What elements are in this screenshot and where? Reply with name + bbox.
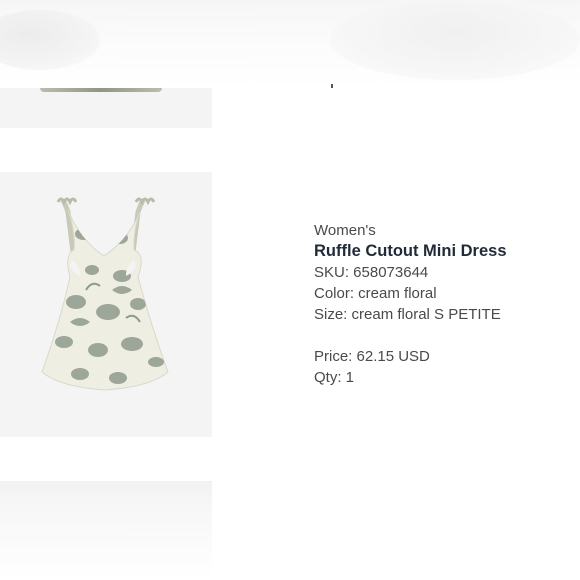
details-spacer	[314, 325, 574, 346]
next-product-image[interactable]	[0, 481, 212, 580]
previous-product-image[interactable]	[0, 88, 212, 128]
product-size: Size: cream floral S PETITE	[314, 306, 501, 323]
product-details: Women's Ruffle Cutout Mini Dress SKU: 65…	[314, 220, 574, 388]
previous-dress-hem	[40, 88, 162, 92]
left-ruffle	[56, 197, 78, 206]
product-quantity: Qty: 1	[314, 369, 355, 386]
dress-illustration	[41, 197, 169, 391]
product-image[interactable]	[0, 172, 212, 437]
previous-item-text-fragment	[331, 84, 333, 88]
previous-item-blurred-area	[0, 0, 580, 88]
left-strap	[60, 198, 76, 253]
order-item-page: Women's Ruffle Cutout Mini Dress SKU: 65…	[0, 0, 580, 580]
product-name[interactable]: Ruffle Cutout Mini Dress	[314, 241, 574, 262]
product-price: Price: 62.15 USD	[314, 348, 430, 365]
product-color: Color: cream floral	[314, 285, 437, 302]
product-category: Women's	[314, 222, 376, 239]
blurred-shape	[0, 10, 100, 70]
product-sku: SKU: 658073644	[314, 264, 429, 281]
blurred-shape	[330, 0, 580, 80]
